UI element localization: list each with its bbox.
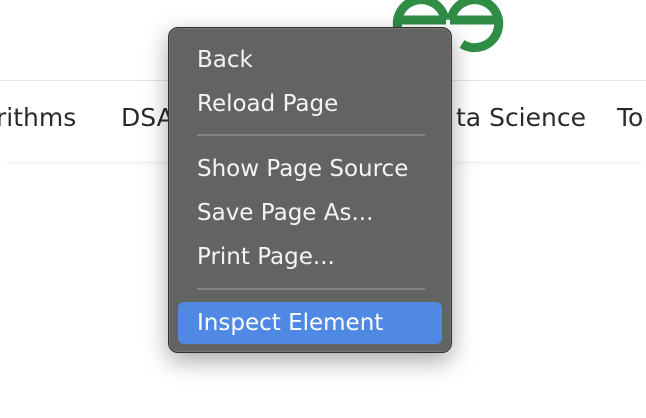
nav-item-dsa[interactable]: DSA [121,101,174,135]
menu-item-inspect-element[interactable]: Inspect Element [178,302,442,344]
menu-separator [197,134,425,136]
menu-item-reload-page[interactable]: Reload Page [178,83,442,125]
nav-item-algorithms[interactable]: rithms [0,101,76,135]
menu-item-print-page[interactable]: Print Page... [178,236,442,278]
menu-separator [197,288,425,290]
menu-item-save-page-as[interactable]: Save Page As... [178,192,442,234]
browser-page: rithms DSA ta Science To Back Reload Pag… [0,0,646,418]
nav-item-tutorials[interactable]: To [617,101,643,135]
menu-item-show-page-source[interactable]: Show Page Source [178,148,442,190]
menu-item-back[interactable]: Back [178,39,442,81]
nav-item-data-science[interactable]: ta Science [456,101,586,135]
context-menu: Back Reload Page Show Page Source Save P… [168,27,452,353]
